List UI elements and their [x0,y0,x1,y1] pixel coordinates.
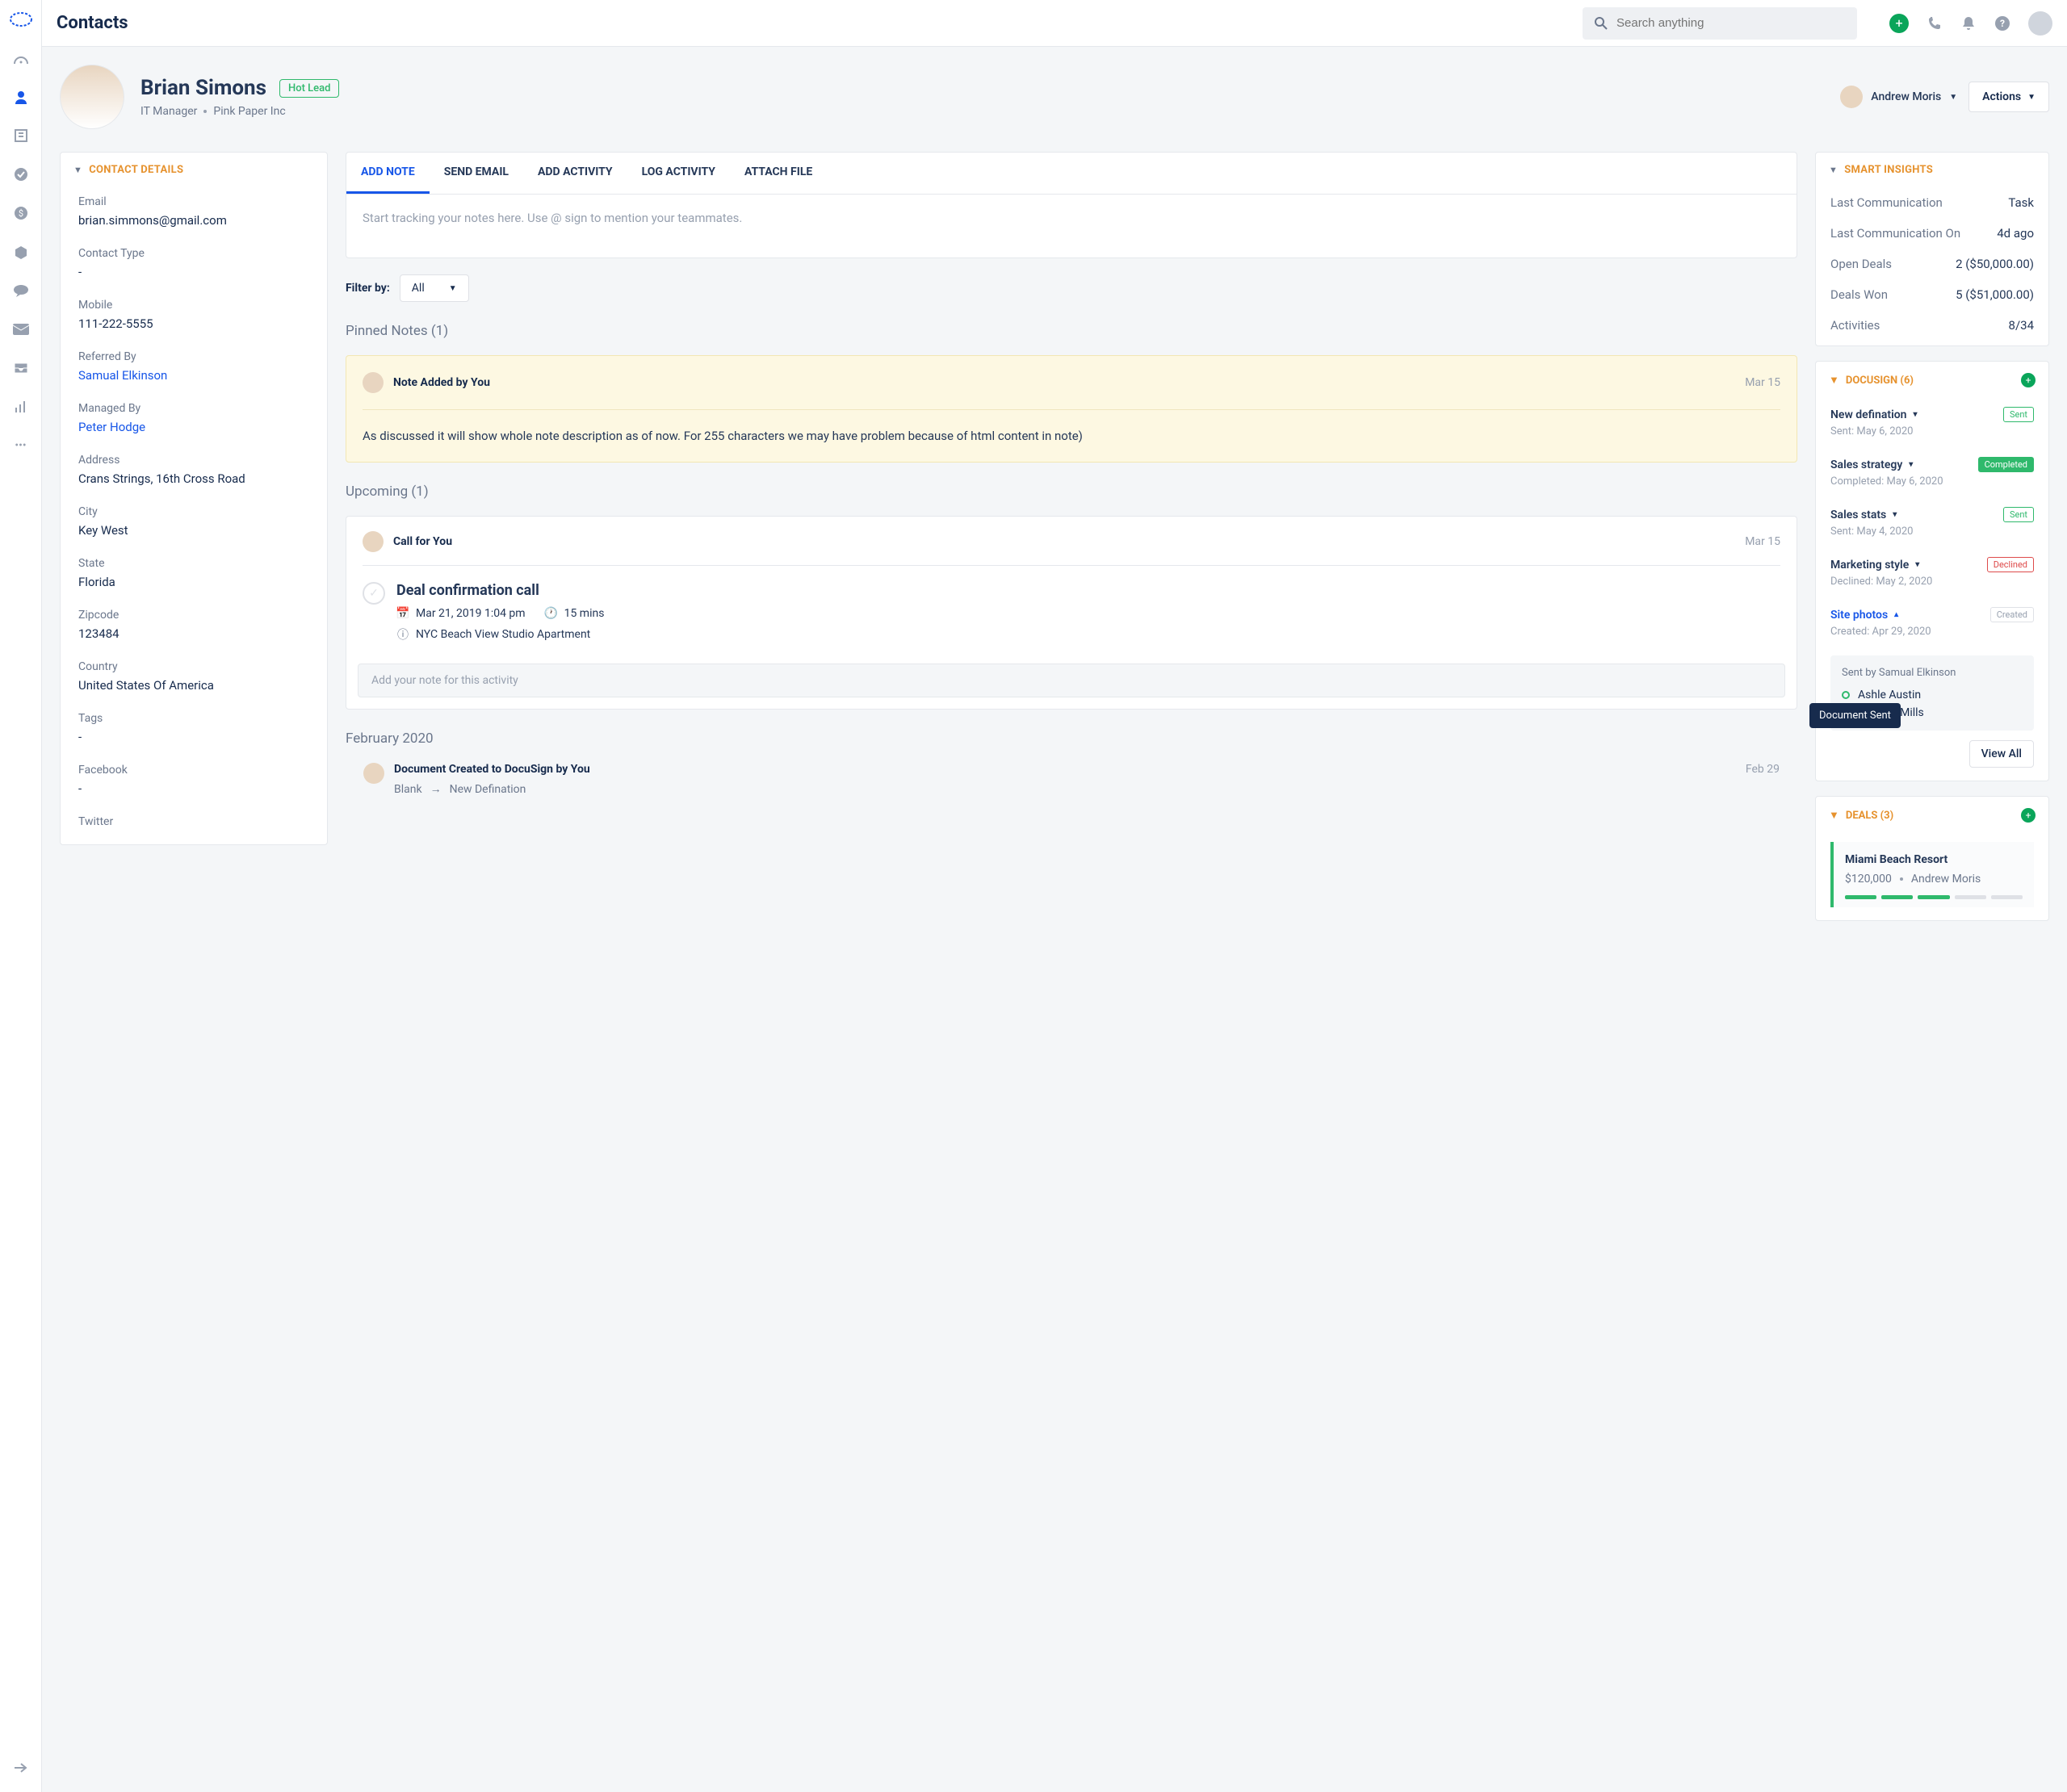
note-date: Mar 15 [1745,376,1780,389]
docusign-item[interactable]: Sales strategy ▾ [1830,458,1913,471]
caret-down-icon[interactable]: ▼ [1829,165,1838,175]
docusign-panel: ▼DOCUSIGN (6) + New defination ▾SentSent… [1815,361,2049,781]
email-icon[interactable] [13,321,29,337]
managed-link[interactable]: Peter Hodge [78,420,309,434]
upcoming-heading: Upcoming (1) [346,484,1797,500]
chevron-up-icon: ▴ [1894,610,1898,619]
mobile-value[interactable]: 111-222-5555 [78,316,309,331]
reports-icon[interactable] [13,399,29,415]
phone-icon[interactable] [1927,15,1943,31]
caret-down-icon[interactable]: ▼ [1829,809,1839,822]
filter-select[interactable]: All▼ [400,274,469,302]
tab-send-email[interactable]: SEND EMAIL [430,153,523,194]
timeline-item: Document Created to DocuSign by YouFeb 2… [346,763,1797,796]
more-icon[interactable]: ••• [13,438,29,454]
deal-progress [1845,895,2023,899]
contact-name: Brian Simons [140,76,266,100]
page-title: Contacts [57,13,128,33]
topbar: Contacts + ? [42,0,2067,47]
note-avatar [363,372,384,393]
docusign-item-expanded[interactable]: Site photos ▴ [1830,609,1898,622]
february-heading: February 2020 [346,731,1797,747]
referred-link[interactable]: Samual Elkinson [78,368,309,383]
expand-sidebar-icon[interactable] [13,1760,29,1776]
contact-avatar [60,65,124,129]
search-input[interactable] [1616,16,1846,30]
owner-name: Andrew Moris [1871,90,1941,103]
add-deal-button[interactable]: + [2021,808,2036,823]
status-badge: Sent [2003,507,2034,522]
email-value[interactable]: brian.simmons@gmail.com [78,213,309,228]
app-logo [9,11,33,27]
status-badge: Created [1990,607,2034,622]
contact-header: Brian Simons Hot Lead IT Manager Pink Pa… [60,65,2049,129]
owner-select[interactable]: Andrew Moris ▼ [1840,86,1957,108]
sidebar-nav: $ ••• [0,0,42,1792]
contact-details-panel: ▼CONTACT DETAILS Emailbrian.simmons@gmai… [60,152,328,845]
tab-log-activity[interactable]: LOG ACTIVITY [627,153,730,194]
bell-icon[interactable] [1960,15,1977,31]
search-icon [1594,16,1608,31]
note-body: As discussed it will show whole note des… [363,409,1780,446]
activity-avatar [363,531,384,552]
status-badge: Declined [1987,557,2034,572]
docusign-recipients: Sent by Samual Elkinson Ashle Austin Doc… [1830,655,2034,731]
chevron-down-icon: ▼ [449,284,457,293]
companies-icon[interactable] [13,128,29,144]
tab-add-activity[interactable]: ADD ACTIVITY [523,153,627,194]
note-input[interactable]: Start tracking your notes here. Use @ si… [346,195,1797,257]
upcoming-activity: Call for You Mar 15 ✓ Deal confirmation … [346,516,1797,710]
status-dot-icon [1842,691,1850,699]
svg-text:?: ? [2000,18,2005,29]
contact-role: IT Manager [140,105,197,118]
clock-icon: 🕐 [545,607,558,620]
view-all-button[interactable]: View All [1969,740,2034,768]
docusign-item[interactable]: Marketing style ▾ [1830,559,1919,572]
svg-text:$: $ [18,208,23,219]
tooltip: Document Sent [1809,703,1901,728]
add-button[interactable]: + [1889,14,1909,33]
docusign-item[interactable]: Sales stats ▾ [1830,509,1897,521]
help-icon[interactable]: ? [1994,15,2010,31]
chevron-down-icon: ▾ [1913,410,1917,419]
actions-button[interactable]: Actions ▼ [1968,82,2049,112]
panel-title: CONTACT DETAILS [89,164,183,176]
complete-checkbox[interactable]: ✓ [363,582,385,605]
deal-card[interactable]: Miami Beach Resort $120,000Andrew Moris [1830,842,2034,907]
chevron-down-icon: ▼ [2027,93,2036,102]
tab-attach-file[interactable]: ATTACH FILE [730,153,827,194]
deals-icon[interactable]: $ [13,205,29,221]
pinned-note: Note Added by You Mar 15 As discussed it… [346,355,1797,463]
lead-badge: Hot Lead [279,79,339,98]
activity-title: Deal confirmation call [396,582,604,599]
timeline-avatar [363,763,384,784]
filter-row: Filter by: All▼ [346,274,1797,302]
docusign-item[interactable]: New defination ▾ [1830,408,1917,421]
tasks-icon[interactable] [13,166,29,182]
contact-company: Pink Paper Inc [213,105,285,118]
add-activity-note-input[interactable]: Add your note for this activity [358,664,1785,697]
location-icon: ⓘ [396,628,409,641]
status-badge: Completed [1978,457,2034,472]
user-avatar[interactable] [2028,11,2052,36]
smart-insights-panel: ▼SMART INSIGHTS Last CommunicationTask L… [1815,152,2049,346]
status-badge: Sent [2003,407,2034,422]
caret-down-icon[interactable]: ▼ [1829,374,1839,387]
pinned-notes-heading: Pinned Notes (1) [346,323,1797,339]
owner-avatar [1840,86,1863,108]
deals-panel: ▼DEALS (3) + Miami Beach Resort $120,000… [1815,796,2049,921]
arrow-right-icon: → [430,782,442,796]
products-icon[interactable] [13,244,29,260]
calendar-icon: 📅 [396,607,409,620]
chat-icon[interactable] [13,283,29,299]
dashboard-icon[interactable] [13,50,29,66]
activity-tabs-panel: ADD NOTE SEND EMAIL ADD ACTIVITY LOG ACT… [346,152,1797,258]
caret-down-icon[interactable]: ▼ [73,165,82,175]
add-docusign-button[interactable]: + [2021,373,2036,387]
tab-add-note[interactable]: ADD NOTE [346,153,430,194]
chevron-down-icon: ▼ [1949,93,1957,102]
contacts-icon[interactable] [13,89,29,105]
search-box[interactable] [1583,7,1857,40]
inbox-icon[interactable] [13,360,29,376]
